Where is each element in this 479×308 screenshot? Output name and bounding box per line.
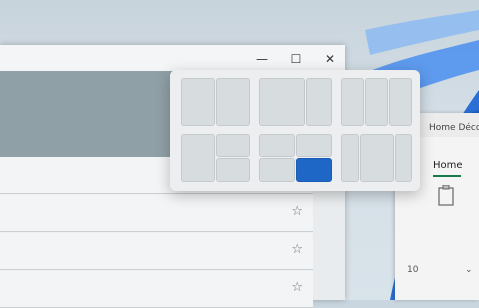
tab-underline [433,175,461,177]
close-button[interactable]: ✕ [315,49,345,69]
layout-4-zone-3[interactable] [216,158,250,182]
layout-3-zone-2[interactable] [365,78,388,126]
maximize-button[interactable]: ☐ [281,49,311,69]
layout-4-zone-1[interactable] [181,134,215,182]
list-item[interactable]: ☆ [0,233,313,270]
minimize-button[interactable]: — [247,49,277,69]
layout-5-zone-1[interactable] [259,134,295,157]
maximize-icon: ☐ [290,52,302,66]
layout-6-zone-3[interactable] [395,134,412,182]
layout-3-zone-3[interactable] [389,78,412,126]
close-icon: ✕ [324,52,336,66]
snap-layouts-flyout [170,70,420,191]
star-icon[interactable]: ☆ [291,242,303,257]
layout-6-zone-1[interactable] [341,134,359,182]
list-item[interactable]: ☆ [0,271,313,308]
tab-home[interactable]: Home [433,160,463,171]
content-image [0,71,180,157]
star-icon[interactable]: ☆ [291,204,303,219]
layout-5-zone-2[interactable] [296,134,332,157]
layout-4-zone-2[interactable] [216,134,250,157]
list-item[interactable]: ☆ [0,195,313,232]
layout-2-zone-2[interactable] [306,78,332,126]
paste-icon[interactable] [437,185,455,207]
layout-2-zone-1[interactable] [259,78,305,126]
layout-1-zone-2[interactable] [216,78,250,126]
font-size-box[interactable]: 10 [407,265,418,275]
layout-6-zone-2[interactable] [360,134,394,182]
chevron-down-icon[interactable]: ⌄ [465,265,473,275]
layout-5-zone-3[interactable] [296,158,332,182]
title-bar: — ☐ ✕ [0,45,345,71]
layout-3-zone-1[interactable] [341,78,364,126]
star-icon[interactable]: ☆ [291,280,303,295]
layout-1-zone-1[interactable] [181,78,215,126]
minimize-icon: — [256,52,268,66]
layout-5-zone-4[interactable] [259,158,295,182]
